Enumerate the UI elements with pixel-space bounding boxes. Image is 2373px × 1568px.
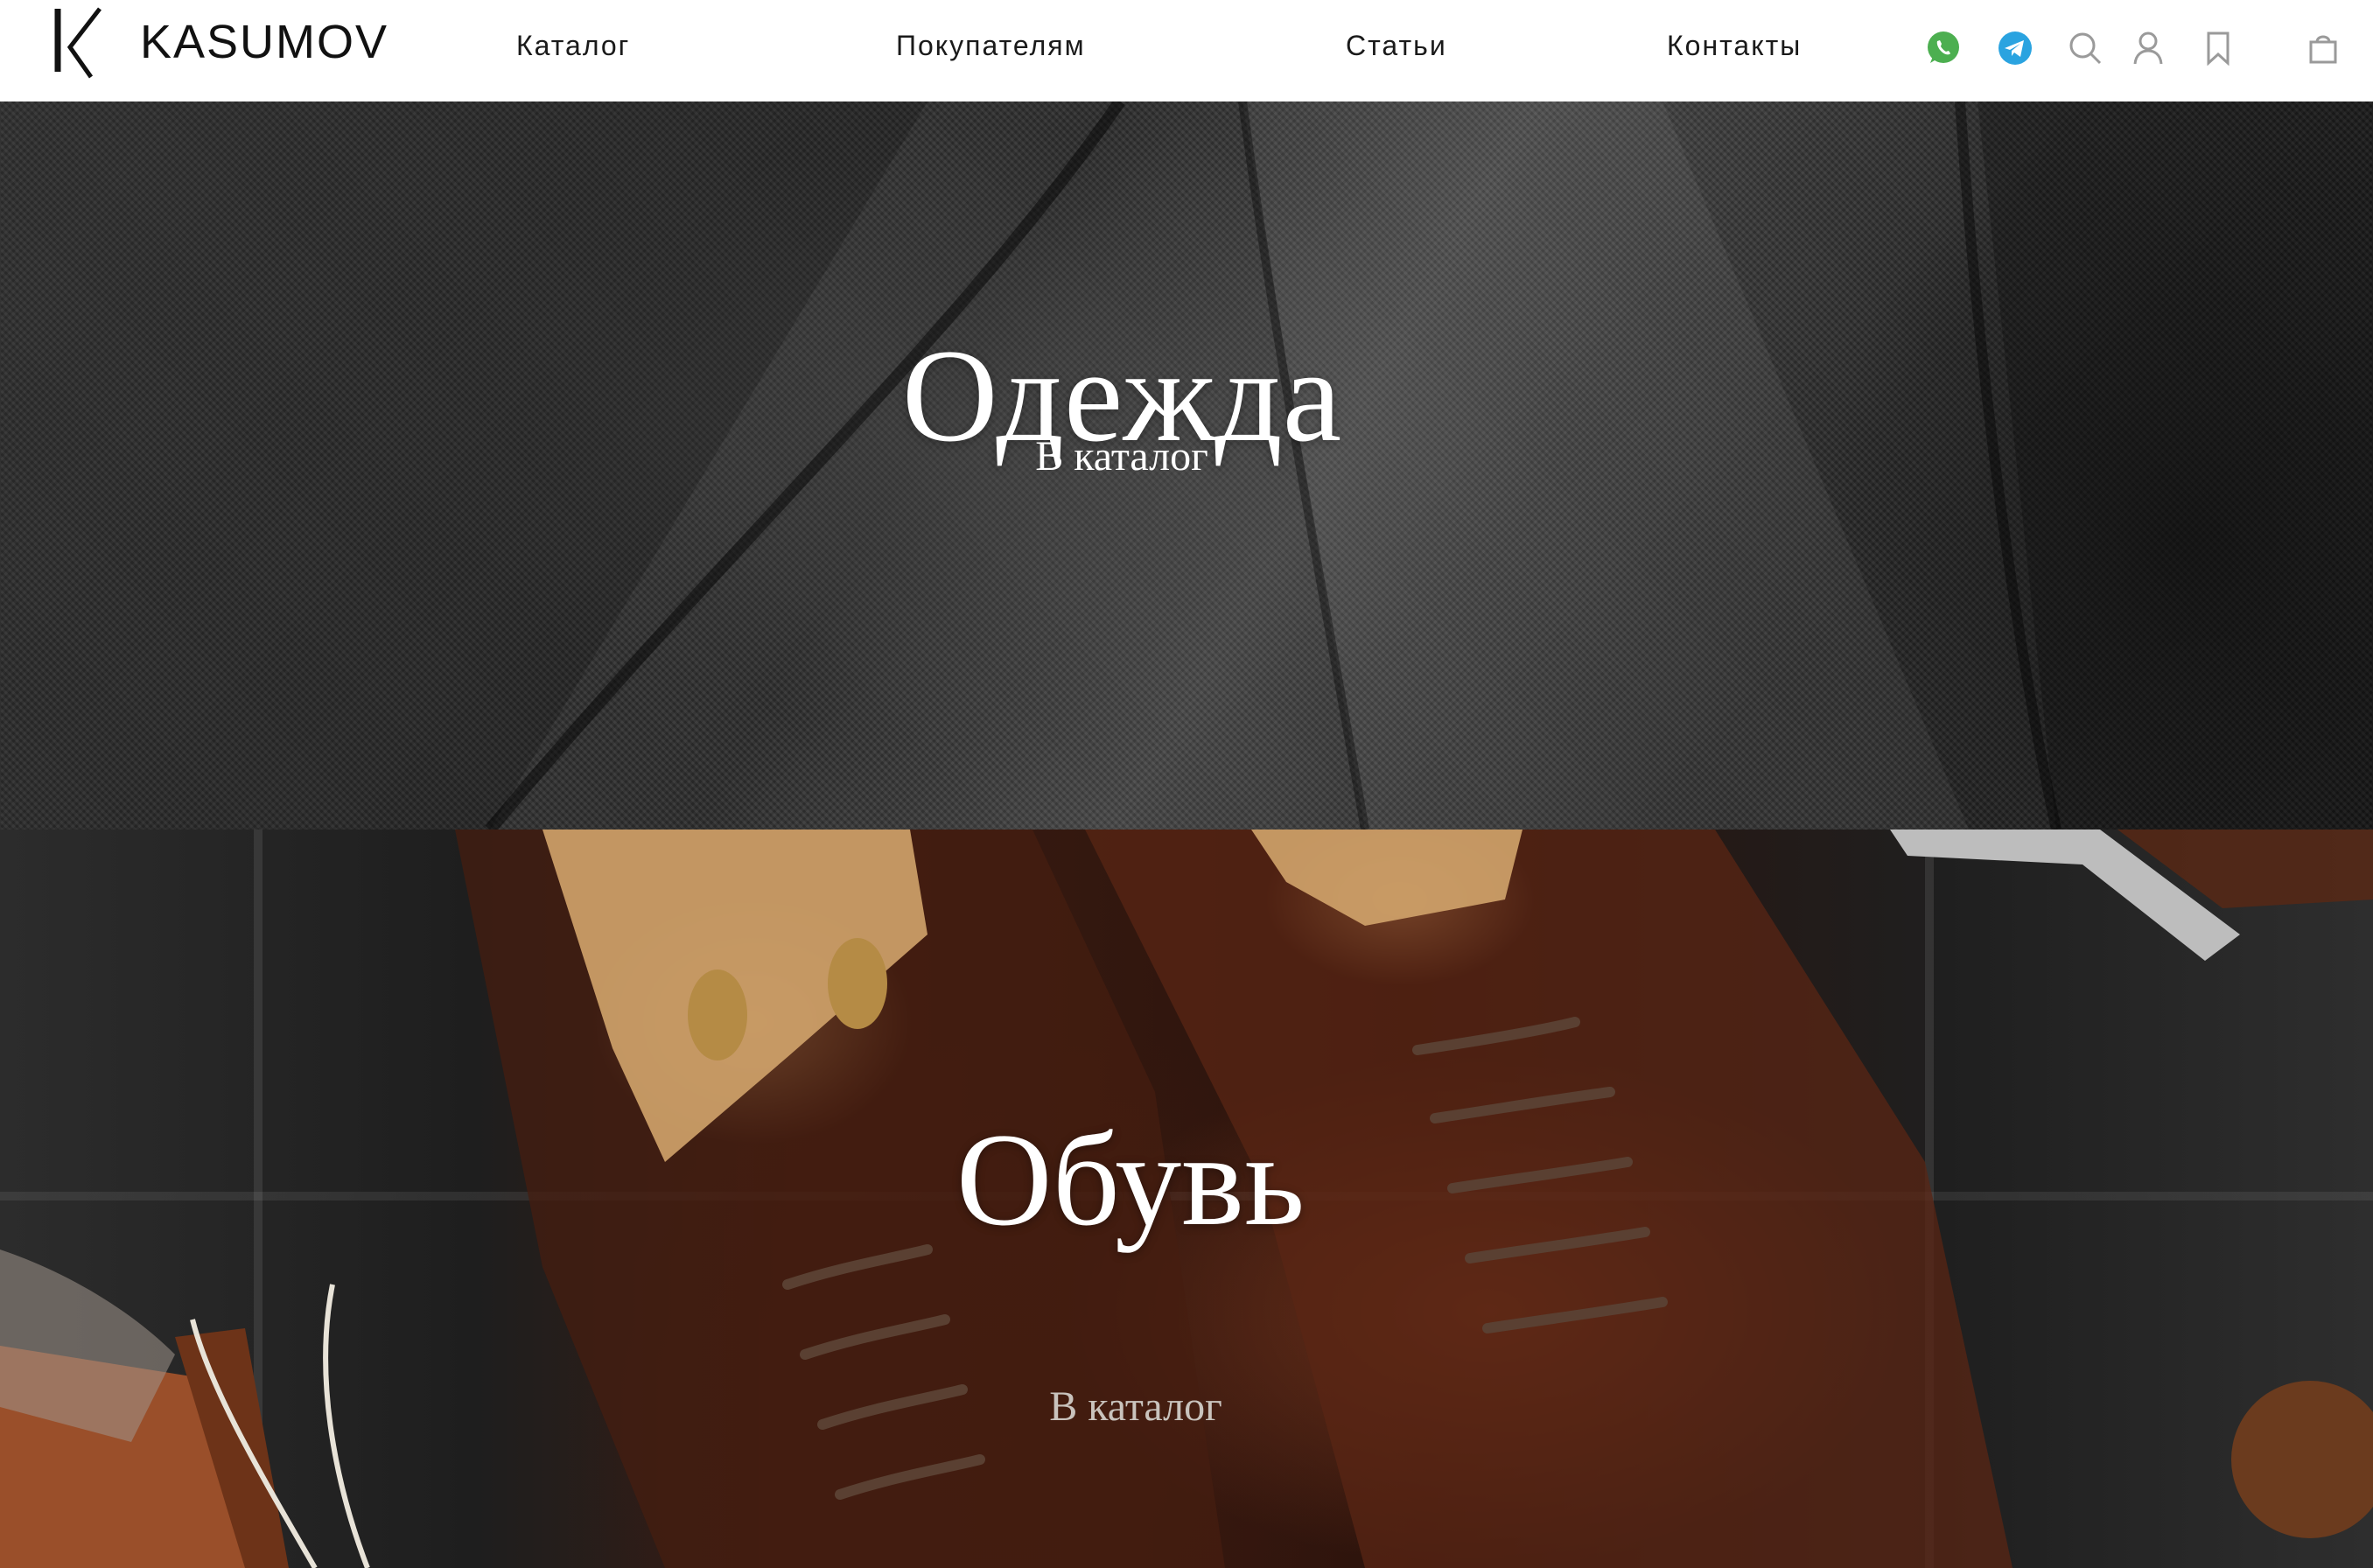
nav-catalog[interactable]: Каталог [516, 30, 630, 62]
logo-k-icon [54, 7, 102, 79]
shoes-banner[interactable]: Обувь В каталог [0, 830, 2373, 1568]
clothes-banner[interactable]: Одежда В каталог [0, 102, 2373, 830]
whatsapp-button[interactable] [1923, 28, 1964, 68]
shopping-bag-icon [2309, 35, 2337, 64]
clothes-catalog-link[interactable]: В каталог [0, 432, 2373, 480]
telegram-icon [1998, 32, 2032, 65]
cart-button[interactable] [2303, 28, 2343, 68]
shoes-catalog-link[interactable]: В каталог [0, 1382, 2373, 1431]
favorites-button[interactable] [2198, 28, 2238, 68]
site-header: KASUMOV Каталог Покупателям Статьи Конта… [0, 0, 2373, 102]
account-button[interactable] [2128, 28, 2168, 68]
search-icon [2069, 32, 2102, 65]
whatsapp-icon [1928, 32, 1959, 63]
logo-text: KASUMOV [140, 16, 389, 68]
nav-contacts[interactable]: Контакты [1667, 30, 1802, 62]
telegram-button[interactable] [1995, 28, 2035, 68]
nav-articles[interactable]: Статьи [1346, 30, 1447, 62]
user-icon [2133, 32, 2163, 65]
nav-buyers[interactable]: Покупателям [896, 30, 1086, 62]
search-button[interactable] [2065, 28, 2105, 68]
shoes-title: Обувь [956, 1105, 1306, 1253]
bookmark-icon [2207, 32, 2230, 66]
logo-link[interactable]: KASUMOV [52, 5, 388, 79]
